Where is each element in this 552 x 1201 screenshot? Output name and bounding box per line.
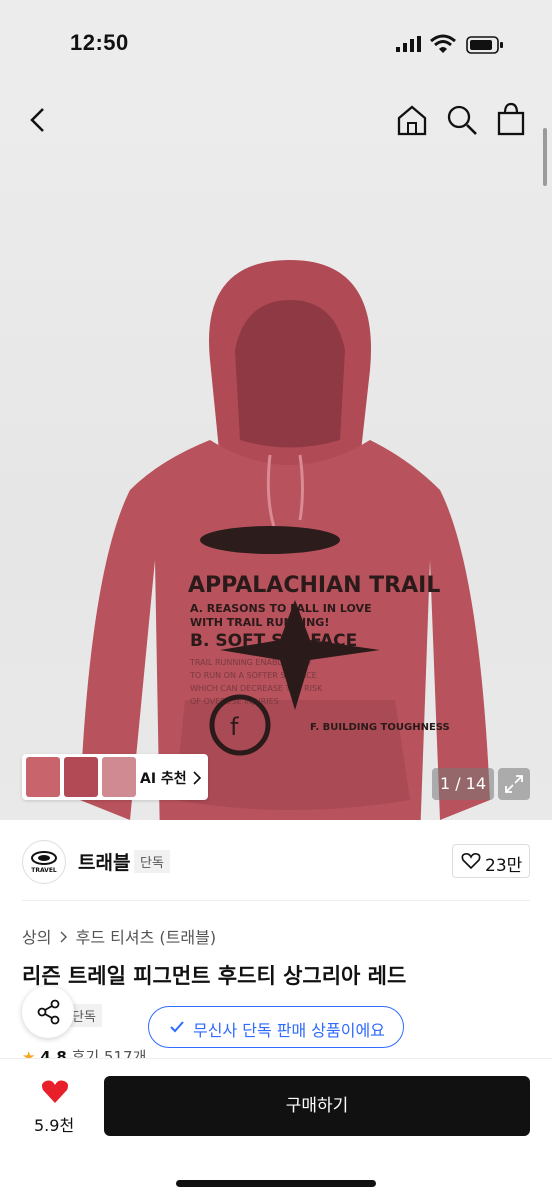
exclusive-notice-pill[interactable]: 무신사 단독 판매 상품이에요	[148, 1006, 404, 1048]
product-image-gallery[interactable]: APPALACHIAN TRAIL A. REASONS TO FALL IN …	[0, 90, 552, 820]
print-line-5: F. BUILDING TOUGHNESS	[310, 722, 450, 733]
like-count: 5.9천	[34, 1116, 75, 1135]
share-button[interactable]	[22, 986, 74, 1038]
divider	[22, 900, 530, 901]
chevron-right-icon	[60, 931, 67, 943]
print-line-1: APPALACHIAN TRAIL	[188, 573, 440, 598]
product-image[interactable]: APPALACHIAN TRAIL A. REASONS TO FALL IN …	[60, 240, 500, 820]
thumbnail-1[interactable]	[26, 757, 60, 797]
status-time: 12:50	[70, 30, 129, 55]
brand-like-count: 23만	[485, 856, 523, 876]
chevron-right-icon	[193, 771, 202, 785]
exclusive-badge: 단독	[134, 850, 170, 873]
signal-icon	[396, 36, 421, 52]
image-counter: 1 / 14	[432, 768, 494, 800]
breadcrumb-item-1[interactable]: 상의	[22, 928, 51, 947]
status-bar: 12:50	[0, 0, 552, 90]
brand-name[interactable]: 트래블	[78, 848, 130, 875]
back-icon[interactable]	[28, 106, 48, 134]
expand-button[interactable]	[498, 768, 530, 800]
brand-logo[interactable]: TRAVEL	[22, 840, 66, 884]
search-icon[interactable]	[446, 104, 478, 136]
breadcrumb: 상의 후드 티셔츠 (트래블)	[22, 924, 216, 948]
scrollbar[interactable]	[543, 128, 547, 186]
brand-logo-text: TRAVEL	[31, 867, 57, 874]
expand-icon	[505, 775, 523, 793]
thumbnail-2[interactable]	[64, 757, 98, 797]
shopping-bag-icon[interactable]	[496, 102, 526, 136]
buy-button[interactable]: 구매하기	[104, 1076, 530, 1136]
wifi-icon	[430, 34, 456, 53]
home-icon[interactable]	[396, 104, 428, 136]
print-line-3: WITH TRAIL RUNNING!	[190, 616, 329, 629]
battery-icon	[466, 36, 503, 54]
home-indicator	[176, 1180, 376, 1187]
ai-recommend-label[interactable]: AI 추천	[140, 768, 187, 788]
brand-like-button[interactable]: 23만	[452, 844, 530, 878]
brand-logo-mark: TRAVEL	[31, 851, 57, 874]
product-title: 리즌 트레일 피그먼트 후드티 상그리아 레드	[22, 964, 407, 988]
heart-filled-icon[interactable]	[40, 1078, 70, 1104]
check-icon	[170, 1021, 184, 1033]
svg-text:f: f	[230, 713, 239, 741]
share-icon	[37, 999, 60, 1025]
breadcrumb-item-2[interactable]: 후드 티셔츠 (트래블)	[76, 928, 216, 947]
thumbnail-3[interactable]	[102, 757, 136, 797]
exclusive-notice-text: 무신사 단독 판매 상품이에요	[193, 1021, 385, 1040]
heart-outline-icon	[461, 853, 481, 870]
print-line-2: A. REASONS TO FALL IN LOVE	[190, 602, 372, 615]
ai-recommend-strip[interactable]: AI 추천	[22, 754, 208, 800]
svg-text:WHICH CAN DECREASE THE RISK: WHICH CAN DECREASE THE RISK	[190, 684, 323, 693]
